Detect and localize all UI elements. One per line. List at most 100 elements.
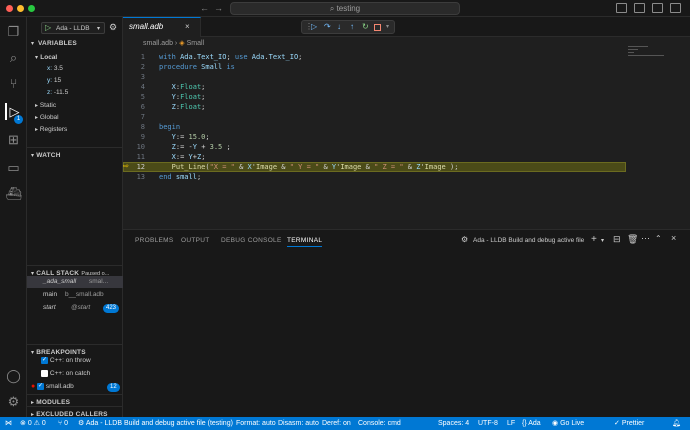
line-number[interactable]: 10 [123,142,145,152]
stack-frame-selected[interactable]: _ada_small smal... [27,276,123,288]
line-number[interactable]: 5 [123,92,145,102]
zoom-window-button[interactable] [28,5,35,12]
eol-status[interactable]: LF [507,417,515,430]
watch-section-header[interactable]: ▾ WATCH [27,147,123,159]
minimize-window-button[interactable] [17,5,24,12]
code-line[interactable]: 12 Put_Line("X = " & X'Image & " Y = " &… [123,162,459,172]
local-scope[interactable]: ▾ Local [35,52,57,61]
code-line[interactable]: 13 end small; [123,172,458,182]
registers-scope[interactable]: ▸ Registers [35,126,67,133]
tab-output[interactable]: OUTPUT [181,237,210,244]
back-arrow-icon[interactable]: ← [200,3,209,13]
stack-frame[interactable]: start @start 423 [27,302,123,314]
line-number[interactable]: 6 [123,102,145,112]
remote-indicator-icon[interactable]: ⋈ [5,417,12,430]
line-number[interactable]: 2 [123,62,145,72]
stop-icon[interactable] [374,24,381,31]
ports-status[interactable]: ⑂ 0 [58,417,68,430]
code-line[interactable]: 4 X:Float; [123,82,458,92]
breakpoint-row[interactable]: ✓ C++: on throw [41,357,91,364]
format-status[interactable]: Format: auto [236,417,276,430]
go-live-status[interactable]: ◉ Go Live [552,417,584,430]
global-scope[interactable]: ▸ Global [35,114,59,121]
breakpoint-row[interactable]: C++: on catch [41,370,90,377]
docker-icon[interactable]: ⛴ [5,185,22,202]
search-icon[interactable]: ⌕ [5,49,22,66]
more-actions-icon[interactable]: ⋯ [641,233,650,244]
step-into-icon[interactable]: ↓ [337,21,341,33]
close-panel-icon[interactable]: × [671,233,676,243]
disasm-status[interactable]: Disasm: auto [278,417,319,430]
line-number[interactable]: 12 [123,162,145,172]
problems-status[interactable]: ⊗ 0 ⚠ 0 [20,417,46,430]
code-line[interactable]: 11 X:= Y+Z; [123,152,458,162]
toggle-panel-icon[interactable] [634,3,645,13]
line-number[interactable]: 3 [123,72,145,82]
variable-row[interactable]: x: 3.5 [47,65,63,72]
source-control-icon[interactable]: ⑂ [5,75,22,92]
extensions-icon[interactable]: ⊞ [5,131,22,148]
code-line[interactable]: 1 with Ada.Text_IO; use Ada.Text_IO; [123,52,458,62]
stack-frame[interactable]: main b__small.adb [27,289,123,301]
code-view[interactable]: 1 with Ada.Text_IO; use Ada.Text_IO; 2 proc… [123,52,459,182]
breakpoint-row[interactable]: ● ✓ small.adb 12 [31,383,121,392]
code-line[interactable]: 7 [123,112,458,122]
debug-status[interactable]: ⚙ Ada - LLDB Build and debug active file… [78,417,233,430]
remote-explorer-icon[interactable]: ▭ [5,159,22,176]
code-line[interactable]: 10 Z:= -Y + 3.5 ; [123,142,458,152]
line-number[interactable]: 4 [123,82,145,92]
editor-tab-small-adb[interactable]: small.adb × [123,17,201,37]
code-line[interactable]: 2 procedure Small is [123,62,458,72]
prettier-status[interactable]: ✓ Prettier [614,417,644,430]
close-tab-icon[interactable]: × [185,22,190,31]
deref-status[interactable]: Deref: on [322,417,351,430]
step-out-icon[interactable]: ↑ [350,21,354,33]
breakpoint-checkbox[interactable]: ✓ [41,357,48,364]
code-line[interactable]: 5 Y:Float; [123,92,458,102]
toggle-secondary-sidebar-icon[interactable] [652,3,663,13]
variables-section-header[interactable]: ▾ VARIABLES [27,39,123,49]
step-over-icon[interactable]: ↷ [324,21,331,33]
toggle-primary-sidebar-icon[interactable] [616,3,627,13]
tab-problems[interactable]: PROBLEMS [135,237,174,244]
code-line[interactable]: 8 begin [123,122,458,132]
forward-arrow-icon[interactable]: → [214,3,223,13]
explorer-icon[interactable]: ❐ [5,23,22,40]
code-line[interactable]: 9 Y:= 15.0; [123,132,458,142]
customize-layout-icon[interactable] [670,3,681,13]
line-number[interactable]: 11 [123,152,145,162]
line-number[interactable]: 9 [123,132,145,142]
settings-gear-icon[interactable]: ⚙ [5,393,22,410]
chevron-down-icon[interactable]: ▾ [601,237,604,244]
tab-debug-console[interactable]: DEBUG CONSOLE [221,237,282,244]
trash-icon[interactable]: 🗑︎ [627,234,638,245]
line-number[interactable]: 1 [123,52,145,62]
start-debugging-icon[interactable]: ▷ [45,23,51,32]
command-center-search[interactable]: ⌕ testing [230,2,460,15]
continue-icon[interactable]: ▷ [311,21,317,33]
tab-terminal[interactable]: TERMINAL [287,237,323,247]
chevron-down-icon[interactable]: ▾ [386,21,389,33]
console-status[interactable]: Console: cmd [358,417,401,430]
line-number[interactable]: 8 [123,122,145,132]
variable-row[interactable]: z: -11.5 [47,89,68,96]
line-number[interactable]: 7 [123,112,145,122]
account-icon[interactable]: ◯ [5,367,22,384]
maximize-panel-icon[interactable]: ⌃ [655,234,662,243]
breakpoint-checkbox[interactable] [41,370,48,377]
code-line[interactable]: 6 Z:Float; [123,102,458,112]
static-scope[interactable]: ▸ Static [35,102,56,109]
line-number[interactable]: 13 [123,172,145,182]
minimap[interactable] [628,46,668,66]
encoding-status[interactable]: UTF-8 [478,417,498,430]
code-line[interactable]: 3 [123,72,458,82]
breadcrumb-symbol[interactable]: Small [187,40,205,47]
close-window-button[interactable] [6,5,13,12]
variable-row[interactable]: y: 15 [47,77,61,84]
language-status[interactable]: {} Ada [522,417,541,430]
modules-section-header[interactable]: ▸ MODULES [27,394,123,406]
notifications-bell-icon[interactable]: 🔔︎ [672,417,681,430]
terminal-title[interactable]: Ada - LLDB Build and debug active file [473,237,584,244]
indentation-status[interactable]: Spaces: 4 [438,417,469,430]
new-terminal-icon[interactable]: + [591,234,597,245]
